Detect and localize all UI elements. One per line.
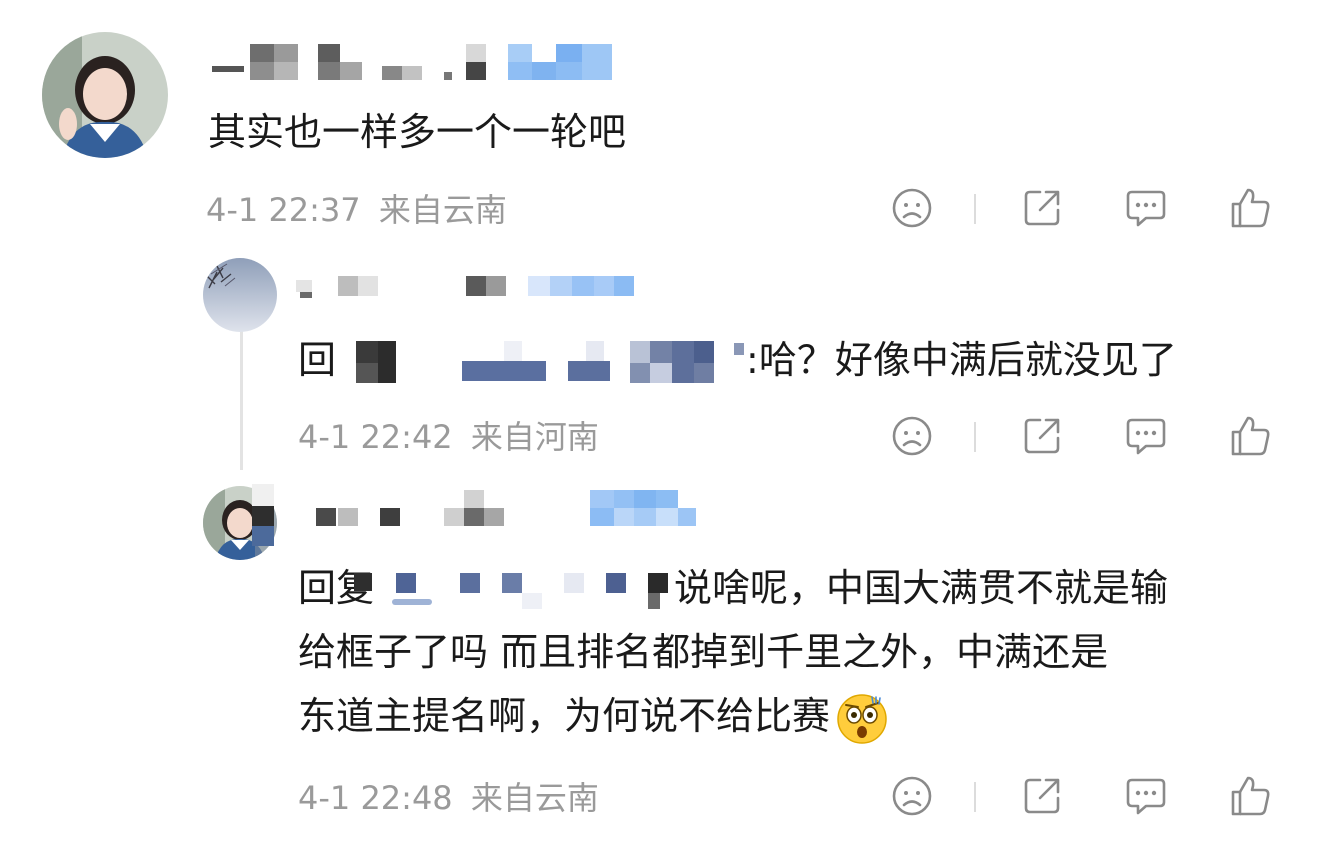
- comment-icon[interactable]: [1124, 186, 1168, 230]
- sad-face-icon[interactable]: [890, 414, 934, 458]
- reply-text: 回复 说啥呢，中国大满贯不就是输 给框子了吗 而且排名都掉到千里之外，中满还是 …: [298, 556, 1298, 748]
- reply-prefix: 回: [298, 338, 337, 382]
- username-redacted[interactable]: [252, 484, 702, 548]
- avatar[interactable]: [42, 32, 168, 158]
- shocked-emoji-icon: [836, 693, 888, 745]
- divider: [974, 194, 976, 224]
- reply-body-line-1: 说啥呢，中国大满贯不就是输: [674, 566, 1169, 610]
- reply-body: :哈？好像中满后就没见了: [746, 338, 1177, 382]
- divider: [974, 782, 976, 812]
- comment-text: 其实也一样多一个一轮吧: [208, 110, 627, 154]
- reply-line-3: 东道主提名啊，为何说不给比赛: [298, 684, 1298, 748]
- reply-body-line-3: 东道主提名啊，为何说不给比赛: [298, 694, 831, 738]
- reply-line-1: 回复 说啥呢，中国大满贯不就是输: [298, 556, 1298, 620]
- share-icon[interactable]: [1020, 774, 1064, 818]
- like-icon[interactable]: [1228, 414, 1272, 458]
- comment-icon[interactable]: [1124, 774, 1168, 818]
- comment-icon[interactable]: [1124, 414, 1168, 458]
- action-bar: [0, 774, 1270, 824]
- action-bar: [0, 186, 1270, 236]
- share-icon[interactable]: [1020, 186, 1064, 230]
- username-redacted[interactable]: [212, 44, 612, 80]
- like-icon[interactable]: [1228, 774, 1272, 818]
- share-icon[interactable]: [1020, 414, 1064, 458]
- avatar-image: [42, 32, 168, 158]
- username-redacted[interactable]: [296, 272, 636, 308]
- action-bar: [0, 414, 1270, 464]
- avatar-image: [203, 258, 277, 332]
- reply-line-2: 给框子了吗 而且排名都掉到千里之外，中满还是: [298, 630, 1109, 674]
- divider: [974, 422, 976, 452]
- mention-redacted[interactable]: [354, 572, 674, 609]
- sad-face-icon[interactable]: [890, 774, 934, 818]
- avatar[interactable]: [203, 258, 277, 332]
- mention-redacted[interactable]: [336, 340, 746, 383]
- reply-text: 回 :哈？好像中满后就没见了: [298, 328, 1177, 392]
- sad-face-icon[interactable]: [890, 186, 934, 230]
- like-icon[interactable]: [1228, 186, 1272, 230]
